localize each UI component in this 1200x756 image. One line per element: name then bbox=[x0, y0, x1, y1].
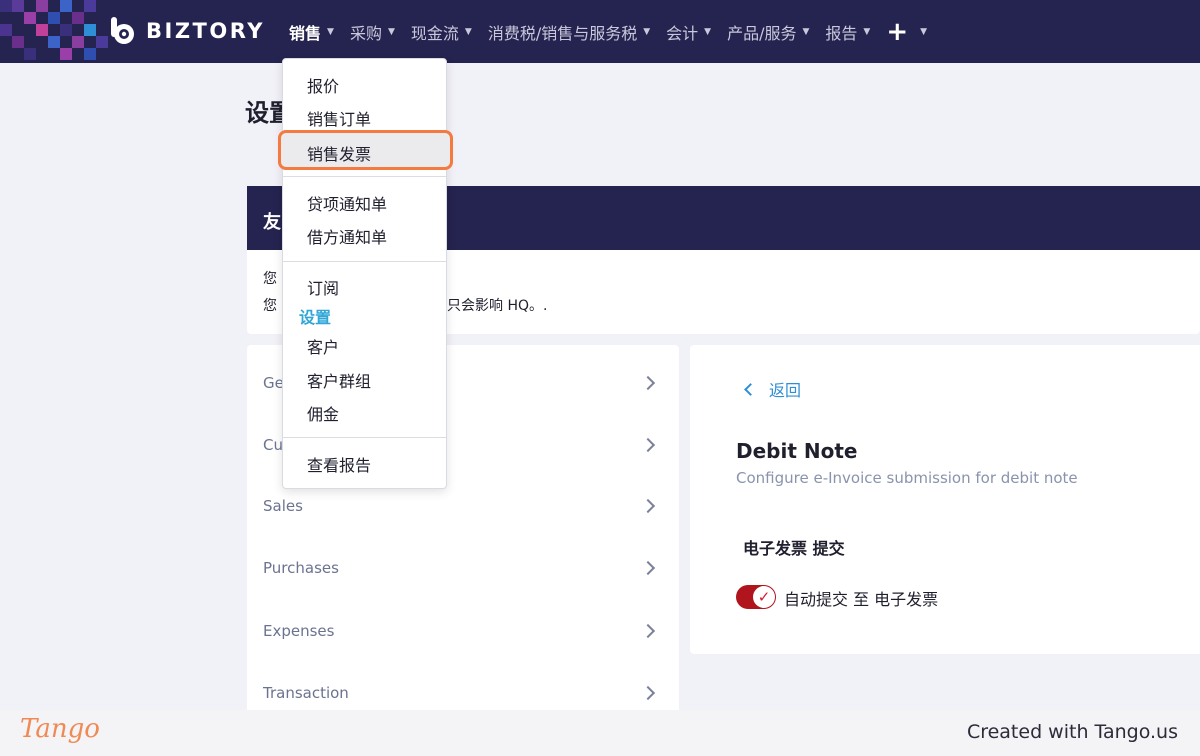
tango-logo: Tango bbox=[20, 714, 100, 744]
chevron-right-icon bbox=[640, 498, 656, 514]
chevron-down-icon: ▼ bbox=[464, 26, 472, 37]
main-nav: 销售 ▼ 采购 ▼ 现金流 ▼ 消费税/销售与服务税 ▼ 会计 ▼ 产品/服务 ▼ 报告 ▼ … bbox=[289, 0, 943, 63]
settings-item-label: Expenses bbox=[263, 622, 335, 640]
chevron-down-icon: ▼ bbox=[863, 26, 871, 37]
nav-label: 现金流 bbox=[410, 23, 459, 43]
settings-item-purchases[interactable]: Purchases bbox=[247, 548, 679, 588]
toggle-label: 自动提交 至 电子发票 bbox=[784, 590, 939, 609]
nav-label: 采购 bbox=[349, 23, 382, 43]
menu-item-label: 销售发票 bbox=[307, 145, 372, 164]
check-icon: ✓ bbox=[753, 586, 775, 608]
back-button[interactable]: 返回 bbox=[742, 377, 801, 401]
chevron-right-icon bbox=[640, 437, 656, 453]
notice-line-2-end: 只会影响 HQ。. bbox=[447, 298, 548, 314]
nav-label: 销售 bbox=[289, 23, 322, 43]
brand-name: BIZTORY bbox=[146, 19, 265, 43]
nav-label: 会计 bbox=[666, 23, 699, 43]
nav-sales[interactable]: 销售 ▼ bbox=[289, 20, 334, 44]
chevron-right-icon bbox=[640, 375, 656, 391]
detail-subtitle: Configure e-Invoice submission for debit… bbox=[736, 469, 1078, 487]
nav-accounting[interactable]: 会计 ▼ bbox=[666, 20, 711, 44]
top-navbar: BIZTORY 销售 ▼ 采购 ▼ 现金流 ▼ 消费税/销售与服务税 ▼ 会计 ▼ 产品/… bbox=[0, 0, 1200, 63]
menu-item-sales-invoice[interactable]: 销售发票 bbox=[278, 130, 453, 170]
menu-divider bbox=[283, 437, 446, 438]
settings-item-label: Transaction bbox=[263, 684, 349, 702]
menu-divider bbox=[283, 176, 446, 177]
menu-item-customer-group[interactable]: 客户群组 bbox=[307, 368, 371, 392]
plus-icon: + bbox=[886, 16, 909, 47]
menu-item-quote[interactable]: 报价 bbox=[307, 73, 339, 97]
notice-line-2-start: 您 bbox=[263, 298, 277, 314]
auto-submit-toggle[interactable]: ✓ bbox=[736, 585, 776, 609]
nav-reports[interactable]: 报告 ▼ bbox=[825, 20, 870, 44]
brand-logo[interactable]: BIZTORY bbox=[108, 15, 265, 47]
back-label: 返回 bbox=[769, 381, 802, 400]
detail-title: Debit Note bbox=[736, 439, 858, 463]
banner-title: 友 bbox=[263, 212, 281, 233]
chevron-down-icon: ▼ bbox=[643, 26, 651, 37]
nav-tax[interactable]: 消费税/销售与服务税 ▼ bbox=[488, 20, 650, 44]
settings-item-label: Sales bbox=[263, 497, 303, 515]
notice-line-1: 您 bbox=[263, 271, 277, 287]
menu-item-subscription[interactable]: 订阅 bbox=[307, 275, 339, 299]
nav-purchases[interactable]: 采购 ▼ bbox=[350, 20, 395, 44]
menu-item-view-report[interactable]: 查看报告 bbox=[307, 452, 371, 476]
nav-label: 产品/服务 bbox=[727, 23, 797, 43]
chevron-right-icon bbox=[640, 623, 656, 639]
biztory-logo-icon bbox=[111, 17, 134, 44]
logo-pixel-decoration bbox=[0, 0, 110, 63]
settings-item-label: Purchases bbox=[263, 559, 339, 577]
chevron-down-icon: ▼ bbox=[704, 26, 712, 37]
tango-footer: Tango Created with Tango.us bbox=[0, 710, 1200, 756]
menu-item-sales-order[interactable]: 销售订单 bbox=[307, 106, 371, 130]
settings-detail-panel: 返回 Debit Note Configure e-Invoice submis… bbox=[690, 345, 1200, 654]
chevron-down-icon: ▼ bbox=[387, 26, 395, 37]
menu-header-settings: 设置 bbox=[299, 308, 332, 327]
chevron-right-icon bbox=[640, 685, 656, 701]
settings-item-expenses[interactable]: Expenses bbox=[247, 611, 679, 651]
created-with-text: Created with Tango.us bbox=[966, 721, 1178, 743]
section-title: 电子发票 提交 bbox=[743, 539, 845, 558]
settings-item-label: Ge bbox=[263, 374, 284, 392]
menu-item-debit-note[interactable]: 借方通知单 bbox=[307, 224, 387, 248]
menu-item-credit-note[interactable]: 贷项通知单 bbox=[307, 191, 387, 215]
chevron-down-icon: ▼ bbox=[802, 26, 810, 37]
menu-item-customer[interactable]: 客户 bbox=[307, 334, 339, 358]
menu-item-commission[interactable]: 佣金 bbox=[307, 401, 339, 425]
nav-cashflow[interactable]: 现金流 ▼ bbox=[411, 20, 472, 44]
sales-dropdown-menu: 报价 销售订单 贷项通知单 借方通知单 订阅 设置 客户 客户群组 佣金 查看报… bbox=[282, 58, 447, 489]
nav-label: 报告 bbox=[825, 23, 858, 43]
chevron-left-icon bbox=[744, 382, 757, 396]
settings-item-label: Cu bbox=[263, 436, 283, 454]
chevron-right-icon bbox=[640, 560, 656, 576]
chevron-down-icon: ▼ bbox=[327, 26, 334, 37]
nav-label: 消费税/销售与服务税 bbox=[487, 23, 638, 43]
chevron-down-icon: ▼ bbox=[920, 26, 928, 37]
nav-products[interactable]: 产品/服务 ▼ bbox=[727, 20, 809, 44]
menu-divider bbox=[283, 261, 446, 262]
settings-item-transaction[interactable]: Transaction bbox=[247, 673, 679, 713]
nav-add-menu[interactable]: + ▼ bbox=[886, 17, 927, 47]
settings-item-sales[interactable]: Sales bbox=[247, 486, 679, 526]
